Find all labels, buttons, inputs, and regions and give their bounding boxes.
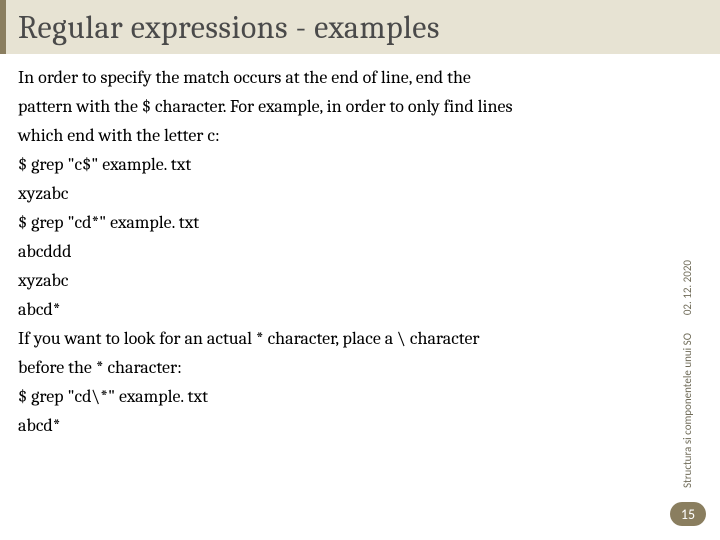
- body-line: abcddd: [18, 238, 650, 265]
- body-line: which end with the letter c:: [18, 122, 650, 149]
- body-line: abcd*: [18, 296, 650, 323]
- body-line: before the * character:: [18, 354, 650, 381]
- slide-title: Regular expressions - examples: [18, 9, 440, 46]
- body-line: $ grep "cd*" example. txt: [18, 209, 650, 236]
- slide-body: In order to specify the match occurs at …: [0, 54, 720, 439]
- page-number-badge: 15: [670, 502, 706, 526]
- body-line: In order to specify the match occurs at …: [18, 64, 650, 91]
- right-rail: 02. 12. 2020 Structura si componentele u…: [664, 60, 712, 532]
- body-line: xyzabc: [18, 180, 650, 207]
- body-line: pattern with the $ character. For exampl…: [18, 93, 650, 120]
- slide-date: 02. 12. 2020: [681, 260, 694, 315]
- body-line: $ grep "cd\*" example. txt: [18, 383, 650, 410]
- body-line: If you want to look for an actual * char…: [18, 325, 650, 352]
- title-band: Regular expressions - examples: [0, 0, 720, 54]
- body-line: $ grep "c$" example. txt: [18, 151, 650, 178]
- body-line: abcd*: [18, 412, 650, 439]
- body-line: xyzabc: [18, 267, 650, 294]
- course-name: Structura si componentele unui SO: [681, 333, 694, 488]
